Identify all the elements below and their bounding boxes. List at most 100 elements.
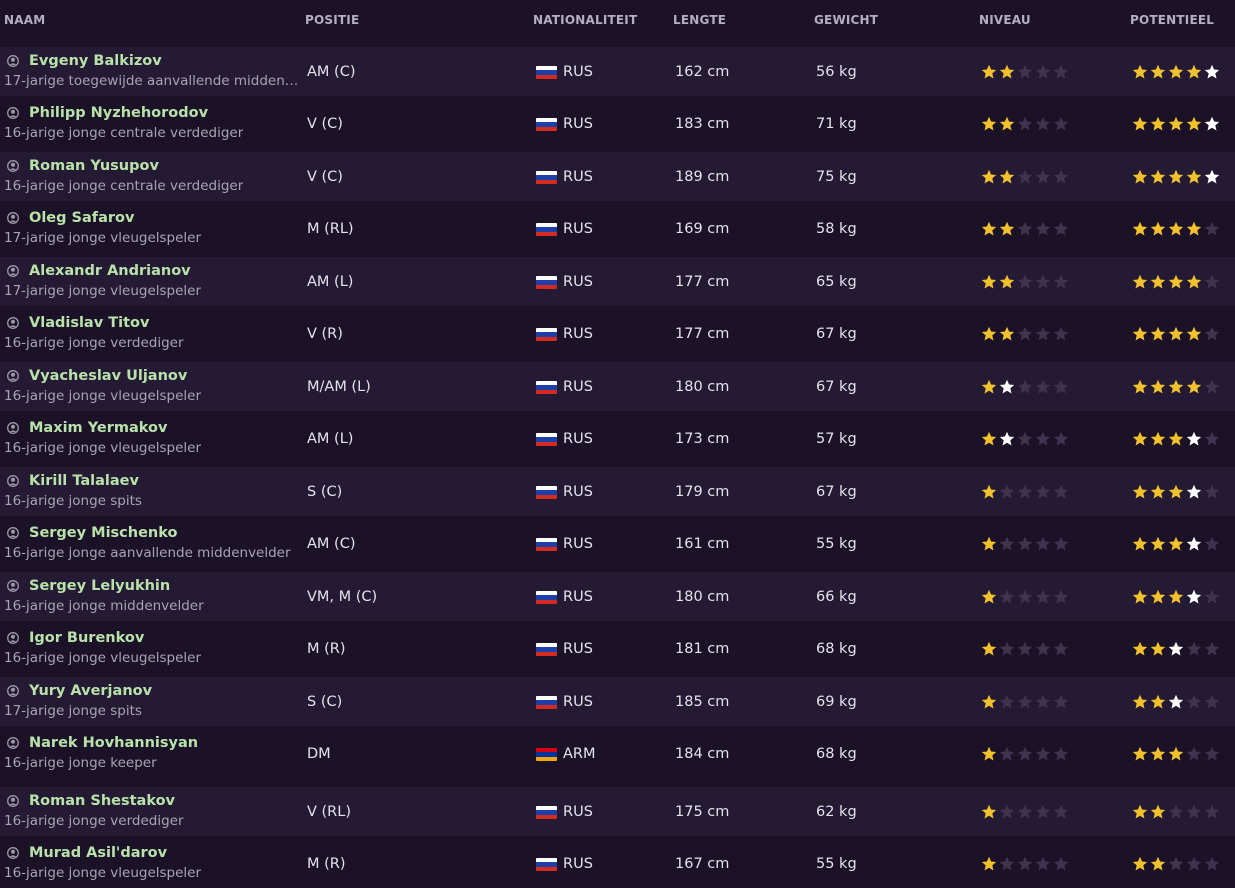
player-name[interactable]: Kirill Talalaev: [29, 473, 139, 489]
player-description: 17-jarige jonge vleugelspeler: [4, 230, 202, 246]
person-icon: [7, 475, 19, 487]
player-name[interactable]: Roman Yusupov: [29, 158, 159, 174]
star-icon: [1150, 431, 1166, 446]
star-icon: [1132, 856, 1148, 871]
star-icon: [1150, 641, 1166, 656]
star-icon: [1035, 431, 1051, 446]
person-icon: [7, 107, 19, 119]
russia-flag-icon: [536, 381, 557, 394]
ability-rating: [981, 694, 1069, 710]
table-row[interactable]: Evgeny Balkizov 17-jarige toegewijde aanv…: [0, 47, 1235, 96]
player-position: M/AM (L): [307, 379, 371, 395]
star-icon: [1017, 641, 1033, 656]
russia-flag-icon: [536, 433, 557, 446]
player-name[interactable]: Sergey Mischenko: [29, 525, 177, 541]
star-icon: [1204, 221, 1220, 236]
table-row[interactable]: Sergey Lelyukhin 16-jarige jonge middenve…: [0, 572, 1235, 621]
column-header-name[interactable]: NAAM: [4, 13, 45, 27]
table-row[interactable]: Philipp Nyzhehorodov 16-jarige jonge cent…: [0, 99, 1235, 148]
star-icon: [1017, 221, 1033, 236]
player-nationality: RUS: [563, 641, 593, 657]
star-icon: [1035, 116, 1051, 131]
star-icon: [1035, 746, 1051, 761]
ability-rating: [981, 431, 1069, 447]
person-icon: [7, 317, 19, 329]
table-row[interactable]: Vyacheslav Uljanov 16-jarige jonge vleuge…: [0, 362, 1235, 411]
star-icon: [1017, 431, 1033, 446]
star-icon: [1053, 169, 1069, 184]
star-icon: [1035, 694, 1051, 709]
table-row[interactable]: Narek Hovhannisyan 16-jarige jonge keeper…: [0, 729, 1235, 778]
player-description: 17-jarige jonge vleugelspeler: [4, 283, 202, 299]
person-icon: [7, 527, 19, 539]
star-icon: [1186, 536, 1202, 551]
column-header-position[interactable]: POSITIE: [305, 13, 359, 27]
player-name[interactable]: Vladislav Titov: [29, 315, 149, 331]
table-row[interactable]: Vladislav Titov 16-jarige jonge verdedige…: [0, 309, 1235, 358]
table-row[interactable]: Alexandr Andrianov 17-jarige jonge vleuge…: [0, 257, 1235, 306]
star-icon: [1132, 116, 1148, 131]
star-icon: [999, 856, 1015, 871]
table-row[interactable]: Roman Shestakov 16-jarige jonge verdedige…: [0, 787, 1235, 836]
player-name[interactable]: Narek Hovhannisyan: [29, 735, 198, 751]
column-header-height[interactable]: LENGTE: [673, 13, 726, 27]
star-icon: [1017, 169, 1033, 184]
ability-rating: [981, 169, 1069, 185]
table-row[interactable]: Oleg Safarov 17-jarige jonge vleugelspele…: [0, 204, 1235, 253]
russia-flag-icon: [536, 806, 557, 819]
star-icon: [1168, 484, 1184, 499]
person-icon: [7, 265, 19, 277]
person-icon: [7, 737, 19, 749]
star-icon: [1017, 694, 1033, 709]
star-icon: [981, 536, 997, 551]
column-header-ability[interactable]: NIVEAU: [979, 13, 1031, 27]
table-row[interactable]: Maxim Yermakov 16-jarige jonge vleugelspe…: [0, 414, 1235, 463]
player-name[interactable]: Roman Shestakov: [29, 793, 175, 809]
player-weight: 67 kg: [816, 379, 857, 395]
column-header-potential[interactable]: POTENTIEEL: [1130, 13, 1214, 27]
player-weight: 62 kg: [816, 804, 857, 820]
star-icon: [1132, 379, 1148, 394]
star-icon: [1132, 221, 1148, 236]
star-icon: [981, 431, 997, 446]
star-icon: [1204, 746, 1220, 761]
column-header-nationality[interactable]: NATIONALITEIT: [533, 13, 637, 27]
star-icon: [1035, 326, 1051, 341]
table-row[interactable]: Murad Asil'darov 16-jarige jonge vleugels…: [0, 839, 1235, 888]
player-name[interactable]: Murad Asil'darov: [29, 845, 167, 861]
star-icon: [1150, 379, 1166, 394]
table-row[interactable]: Igor Burenkov 16-jarige jonge vleugelspel…: [0, 624, 1235, 673]
column-header-weight[interactable]: GEWICHT: [814, 13, 878, 27]
player-name[interactable]: Evgeny Balkizov: [29, 53, 162, 69]
star-icon: [1017, 804, 1033, 819]
star-icon: [981, 274, 997, 289]
player-name[interactable]: Alexandr Andrianov: [29, 263, 191, 279]
player-weight: 67 kg: [816, 484, 857, 500]
star-icon: [981, 804, 997, 819]
player-name[interactable]: Vyacheslav Uljanov: [29, 368, 187, 384]
player-name[interactable]: Maxim Yermakov: [29, 420, 167, 436]
player-height: 185 cm: [675, 694, 730, 710]
star-icon: [1132, 431, 1148, 446]
star-icon: [1132, 484, 1148, 499]
star-icon: [1204, 116, 1220, 131]
potential-rating: [1132, 856, 1220, 872]
table-row[interactable]: Yury Averjanov 17-jarige jonge spits S (C)…: [0, 677, 1235, 726]
player-name[interactable]: Yury Averjanov: [29, 683, 152, 699]
russia-flag-icon: [536, 643, 557, 656]
table-row[interactable]: Roman Yusupov 16-jarige jonge centrale ve…: [0, 152, 1235, 201]
player-name[interactable]: Oleg Safarov: [29, 210, 134, 226]
player-name[interactable]: Sergey Lelyukhin: [29, 578, 170, 594]
table-row[interactable]: Kirill Talalaev 16-jarige jonge spits S (C…: [0, 467, 1235, 516]
star-icon: [1168, 746, 1184, 761]
player-weight: 68 kg: [816, 641, 857, 657]
star-icon: [1186, 274, 1202, 289]
star-icon: [1186, 484, 1202, 499]
player-nationality: RUS: [563, 379, 593, 395]
player-name[interactable]: Igor Burenkov: [29, 630, 144, 646]
player-name[interactable]: Philipp Nyzhehorodov: [29, 105, 208, 121]
potential-rating: [1132, 116, 1220, 132]
table-row[interactable]: Sergey Mischenko 16-jarige jonge aanvalle…: [0, 519, 1235, 568]
star-icon: [1035, 589, 1051, 604]
potential-rating: [1132, 326, 1220, 342]
